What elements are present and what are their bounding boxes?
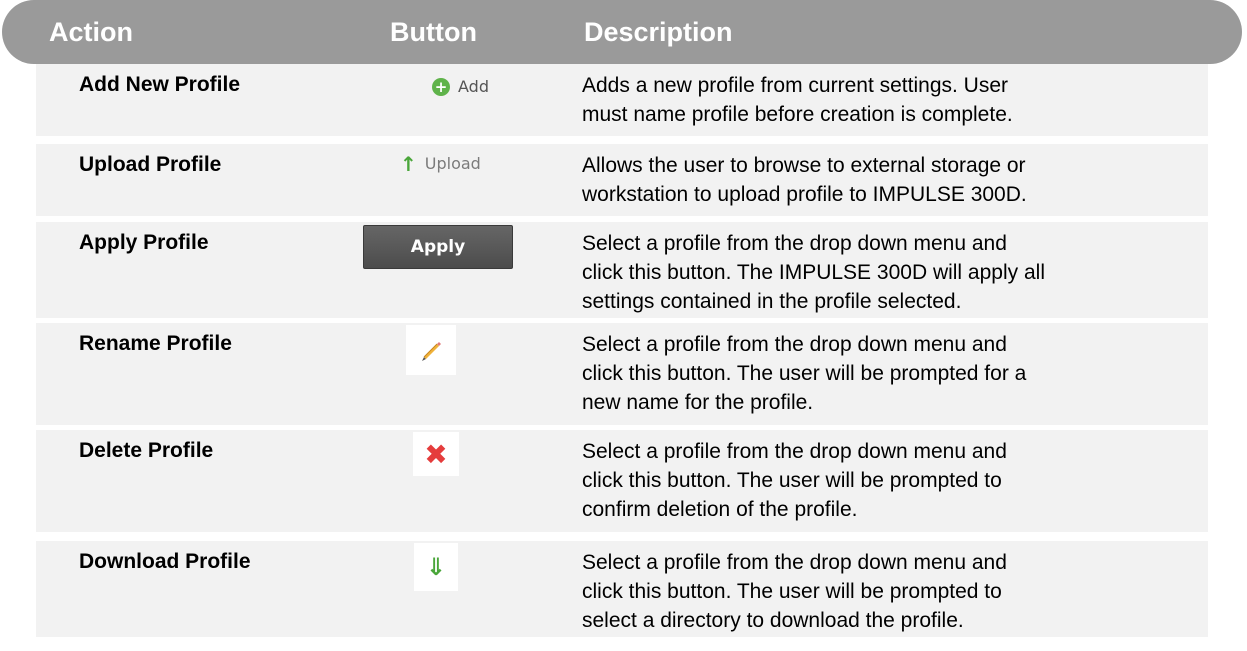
pencil-icon xyxy=(422,342,441,361)
action-description: Select a profile from the drop down menu… xyxy=(582,333,1027,414)
table-row-download-profile: Download Profile Select a profile from t… xyxy=(36,541,1208,637)
action-description: Select a profile from the drop down menu… xyxy=(582,232,1045,313)
upload-button[interactable]: ↑ Upload xyxy=(376,144,496,184)
table-row-upload-profile: Upload Profile Allows the user to browse… xyxy=(36,144,1208,216)
action-label: Download Profile xyxy=(79,550,251,573)
action-label: Upload Profile xyxy=(79,153,222,176)
action-label: Apply Profile xyxy=(79,231,209,254)
arrow-down-icon: ⇓ xyxy=(425,553,447,581)
action-label: Rename Profile xyxy=(79,332,232,355)
table-row-apply-profile: Apply Profile Select a profile from the … xyxy=(36,222,1208,318)
download-button[interactable]: ⇓ xyxy=(414,543,458,591)
table-row-delete-profile: Delete Profile Select a profile from the… xyxy=(36,430,1208,532)
delete-x-icon: ✖ xyxy=(424,437,448,471)
profile-actions-table: Action Button Description Add New Profil… xyxy=(0,0,1247,637)
action-description: Select a profile from the drop down menu… xyxy=(582,551,1007,632)
action-label: Delete Profile xyxy=(79,439,214,462)
delete-button[interactable]: ✖ xyxy=(413,432,459,476)
table-row-add-profile: Add New Profile Adds a new profile from … xyxy=(36,64,1208,136)
header-button: Button xyxy=(390,17,477,47)
apply-button[interactable]: Apply xyxy=(363,225,513,269)
add-button-label: Add xyxy=(458,77,489,96)
action-description: Adds a new profile from current settings… xyxy=(582,74,1013,126)
action-description: Select a profile from the drop down menu… xyxy=(582,440,1007,521)
plus-circle-icon: + xyxy=(432,77,450,96)
arrow-up-icon: ↑ xyxy=(400,151,417,176)
upload-button-label: Upload xyxy=(424,154,481,173)
action-description: Allows the user to browse to external st… xyxy=(582,154,1027,206)
table-header: Action Button Description xyxy=(2,0,1242,64)
header-action: Action xyxy=(49,17,133,47)
table-row-rename-profile: Rename Profile Select a profile from the… xyxy=(36,323,1208,425)
header-description: Description xyxy=(584,17,733,47)
rename-button[interactable] xyxy=(406,325,456,375)
action-label: Add New Profile xyxy=(79,73,241,96)
add-button[interactable]: + Add xyxy=(420,68,489,108)
